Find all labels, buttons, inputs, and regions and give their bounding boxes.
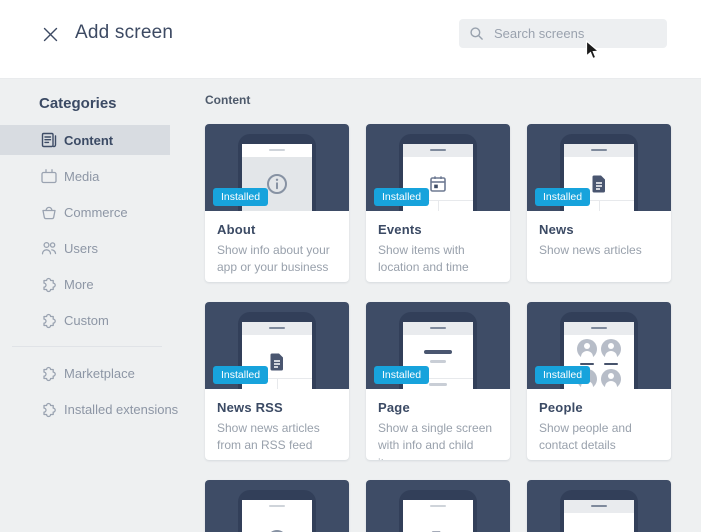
screen-card-about[interactable]: Installed About Show info about your app… — [205, 124, 349, 282]
search-icon — [470, 27, 483, 40]
info-icon — [271, 530, 283, 532]
screens-grid: Installed About Show info about your app… — [205, 124, 671, 532]
card-title: People — [539, 400, 583, 415]
sidebar-divider — [12, 346, 162, 347]
search-input[interactable] — [492, 25, 672, 42]
news-icon — [40, 131, 58, 149]
card-thumbnail: Installed — [366, 302, 510, 389]
puzzle-icon — [40, 275, 58, 293]
sidebar-heading: Categories — [39, 95, 117, 112]
tv-icon — [40, 167, 58, 185]
card-thumbnail: Installed — [205, 302, 349, 389]
search-box[interactable] — [459, 19, 672, 48]
installed-badge: Installed — [535, 366, 591, 384]
installed-badge: Installed — [374, 188, 430, 206]
sidebar-item-label: Content — [64, 132, 114, 148]
card-title: News — [539, 222, 574, 237]
screen-card-events[interactable]: Installed Events Show items with locatio… — [366, 124, 510, 282]
sidebar-item-label: Users — [64, 240, 98, 256]
card-description: Show news articles from an RSS feed — [217, 421, 320, 453]
sidebar-item-media[interactable]: Media — [0, 161, 170, 191]
basket-icon — [40, 203, 58, 221]
add-screen-dialog: Add screen Categories C — [0, 0, 701, 532]
sidebar-item-label: Marketplace — [64, 365, 135, 381]
screen-card-page[interactable]: Installed Page Show a single screen with… — [366, 302, 510, 460]
card-title: About — [217, 222, 256, 237]
installed-badge: Installed — [213, 188, 269, 206]
calendar-icon — [430, 176, 446, 192]
card-thumbnail — [366, 480, 510, 532]
card-title: Events — [378, 222, 422, 237]
screen-card-news[interactable]: Installed News Show news articles — [527, 124, 671, 282]
phone-mockup — [238, 490, 316, 532]
screen-card-news-rss[interactable]: Installed News RSS Show news articles fr… — [205, 302, 349, 460]
installed-badge: Installed — [374, 366, 430, 384]
dialog-title: Add screen — [75, 22, 174, 43]
screen-card-partial-2[interactable] — [366, 480, 510, 532]
sidebar-item-custom[interactable]: Custom — [0, 305, 170, 335]
sidebar-item-installed-extensions[interactable]: Installed extensions — [0, 394, 178, 424]
sidebar-item-label: More — [64, 276, 94, 292]
close-icon — [43, 27, 57, 42]
sidebar-item-content[interactable]: Content — [0, 125, 170, 155]
card-description: Show people and contact details — [539, 421, 632, 453]
dialog-header: Add screen — [0, 0, 701, 79]
puzzle-icon — [40, 311, 58, 329]
installed-badge: Installed — [535, 188, 591, 206]
sidebar-item-label: Installed extensions — [64, 401, 179, 417]
sidebar-item-commerce[interactable]: Commerce — [0, 197, 170, 227]
sidebar-item-label: Custom — [64, 312, 109, 328]
sidebar-item-users[interactable]: Users — [0, 233, 170, 263]
screen-card-partial-3[interactable] — [527, 480, 671, 532]
phone-mockup — [560, 490, 638, 532]
card-thumbnail: Installed — [205, 124, 349, 211]
users-icon — [40, 239, 58, 257]
screen-card-partial-1[interactable] — [205, 480, 349, 532]
card-thumbnail — [527, 480, 671, 532]
sidebar-item-label: Commerce — [64, 204, 128, 220]
card-description: Show items with location and time — [378, 243, 469, 275]
puzzle-icon — [40, 400, 58, 418]
card-thumbnail — [205, 480, 349, 532]
installed-badge: Installed — [213, 366, 269, 384]
info-icon — [267, 174, 287, 194]
card-description: Show info about your app or your busines… — [217, 243, 330, 275]
document-icon — [270, 353, 283, 371]
card-title: Page — [378, 400, 410, 415]
card-title: News RSS — [217, 400, 283, 415]
categories-sidebar: Categories Content Media Commerce Users … — [0, 79, 178, 532]
sidebar-item-label: Media — [64, 168, 100, 184]
close-button[interactable] — [41, 27, 59, 45]
section-label: Content — [205, 93, 251, 107]
puzzle-icon — [40, 364, 58, 382]
screens-panel: Content Installed About Show info about … — [205, 79, 671, 532]
card-thumbnail: Installed — [366, 124, 510, 211]
document-icon — [592, 175, 605, 193]
card-thumbnail: Installed — [527, 124, 671, 211]
sidebar-item-more[interactable]: More — [0, 269, 170, 299]
card-description: Show news articles — [539, 243, 642, 257]
screen-card-people[interactable]: Installed People Show people and contact… — [527, 302, 671, 460]
card-thumbnail: Installed — [527, 302, 671, 389]
phone-mockup — [399, 490, 477, 532]
sidebar-item-marketplace[interactable]: Marketplace — [0, 358, 170, 388]
card-description: Show a single screen with info and child… — [378, 421, 493, 460]
